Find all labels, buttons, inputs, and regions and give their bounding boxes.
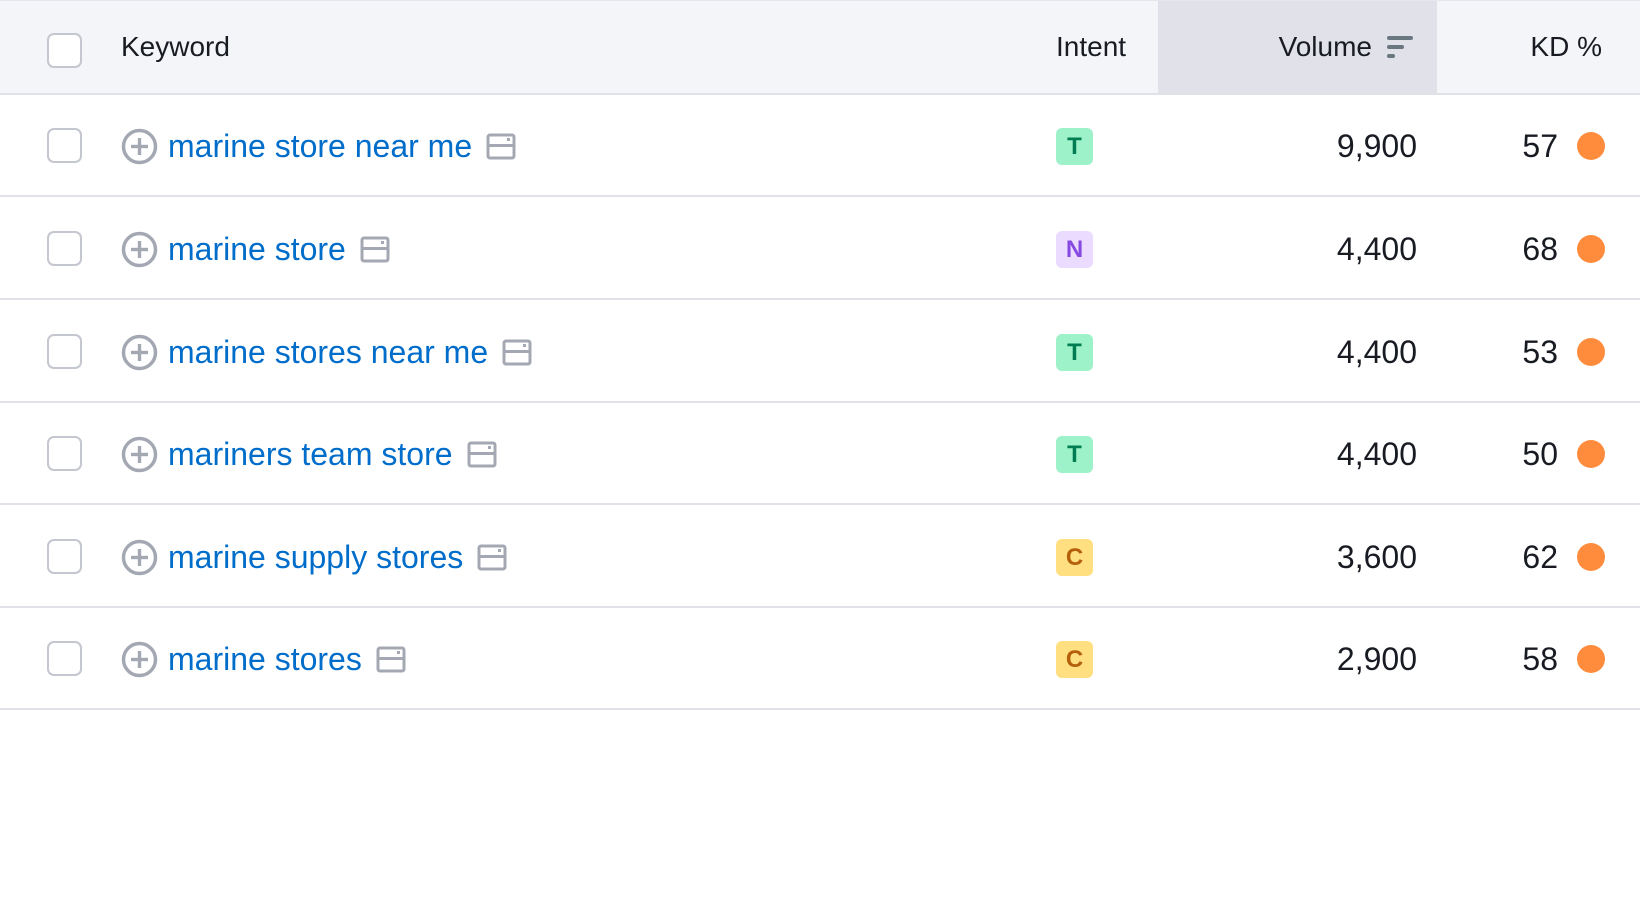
kd-difficulty-dot: [1577, 132, 1605, 160]
serp-features-icon[interactable]: [502, 339, 532, 366]
keyword-link[interactable]: marine store: [168, 229, 390, 269]
serp-features-icon[interactable]: [376, 646, 406, 673]
serp-features-icon[interactable]: [477, 544, 507, 571]
intent-badge: C: [1056, 539, 1093, 576]
kd-difficulty-dot: [1577, 543, 1605, 571]
kd-value: 57: [1522, 128, 1558, 164]
add-to-list-icon[interactable]: [121, 231, 158, 268]
volume-value: 9,900: [1336, 128, 1417, 164]
keyword-column-header[interactable]: Keyword: [121, 29, 230, 65]
kd-value: 50: [1522, 436, 1558, 472]
table-header: Keyword Intent Volume KD %: [0, 0, 1640, 95]
kd-difficulty-dot: [1577, 440, 1605, 468]
volume-column-header[interactable]: Volume: [1279, 29, 1372, 65]
keyword-link[interactable]: marine store near me: [168, 126, 516, 166]
sort-descending-icon[interactable]: [1386, 33, 1414, 61]
row-checkbox[interactable]: [47, 539, 82, 574]
kd-value: 53: [1522, 334, 1558, 370]
intent-badge: C: [1056, 641, 1093, 678]
keyword-text: marine stores: [168, 641, 362, 677]
keyword-link[interactable]: marine supply stores: [168, 537, 507, 577]
select-all-checkbox[interactable]: [47, 33, 82, 68]
volume-value: 2,900: [1336, 641, 1417, 677]
table-row: marine store near me T 9,900 57: [0, 95, 1640, 197]
intent-badge: T: [1056, 436, 1093, 473]
keyword-text: marine store: [168, 231, 346, 267]
serp-features-icon[interactable]: [486, 133, 516, 160]
table-row: marine store N 4,400 68: [0, 198, 1640, 300]
keyword-text: marine stores near me: [168, 334, 489, 370]
serp-features-icon[interactable]: [360, 236, 390, 263]
keyword-link[interactable]: marine stores: [168, 639, 406, 679]
keyword-link[interactable]: marine stores near me: [168, 332, 532, 372]
kd-difficulty-dot: [1577, 235, 1605, 263]
keyword-text: marine supply stores: [168, 539, 464, 575]
volume-value: 4,400: [1336, 436, 1417, 472]
add-to-list-icon[interactable]: [121, 641, 158, 678]
table-row: marine supply stores C 3,600 62: [0, 506, 1640, 608]
add-to-list-icon[interactable]: [121, 436, 158, 473]
row-checkbox[interactable]: [47, 641, 82, 676]
intent-badge: T: [1056, 128, 1093, 165]
kd-value: 68: [1522, 231, 1558, 267]
keyword-link[interactable]: mariners team store: [168, 434, 497, 474]
volume-value: 4,400: [1336, 231, 1417, 267]
row-checkbox[interactable]: [47, 128, 82, 163]
add-to-list-icon[interactable]: [121, 128, 158, 165]
kd-value: 58: [1522, 641, 1558, 677]
row-checkbox[interactable]: [47, 334, 82, 369]
table-row: marine stores C 2,900 58: [0, 608, 1640, 710]
row-checkbox[interactable]: [47, 436, 82, 471]
keyword-text: mariners team store: [168, 436, 453, 472]
volume-value: 4,400: [1336, 334, 1417, 370]
add-to-list-icon[interactable]: [121, 334, 158, 371]
serp-features-icon[interactable]: [467, 441, 497, 468]
row-checkbox[interactable]: [47, 231, 82, 266]
keyword-text: marine store near me: [168, 128, 473, 164]
kd-column-header[interactable]: KD %: [1530, 29, 1602, 65]
intent-badge: T: [1056, 334, 1093, 371]
add-to-list-icon[interactable]: [121, 539, 158, 576]
table-row: mariners team store T 4,400 50: [0, 403, 1640, 505]
kd-value: 62: [1522, 539, 1558, 575]
intent-column-header[interactable]: Intent: [1056, 29, 1126, 65]
kd-difficulty-dot: [1577, 338, 1605, 366]
volume-value: 3,600: [1336, 539, 1417, 575]
kd-difficulty-dot: [1577, 645, 1605, 673]
table-row: marine stores near me T 4,400 53: [0, 301, 1640, 403]
intent-badge: N: [1056, 231, 1093, 268]
